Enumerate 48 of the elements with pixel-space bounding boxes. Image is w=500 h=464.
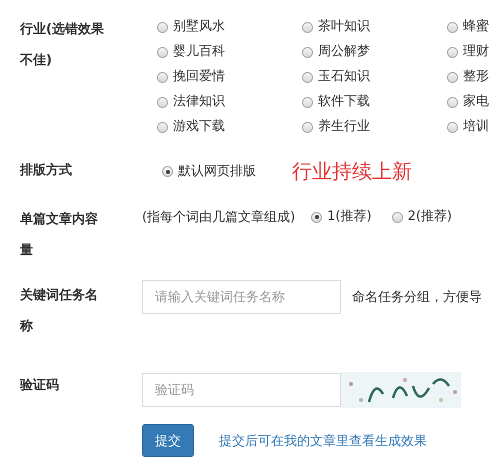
radio-option[interactable]: 周公解梦 <box>302 42 447 62</box>
submit-button[interactable]: 提交 <box>142 424 194 457</box>
radio-button[interactable] <box>302 96 313 108</box>
radio-button[interactable] <box>392 212 403 222</box>
radio-option[interactable]: 游戏下载 <box>157 117 302 137</box>
radio-button[interactable] <box>447 122 458 132</box>
radio-button[interactable] <box>447 96 458 108</box>
radio-option[interactable]: 理财 <box>447 42 487 62</box>
radio-option[interactable]: 别墅风水 <box>157 17 302 37</box>
info-text: 提交后可在我的文章里查看生成效果 <box>219 432 427 450</box>
radio-button[interactable] <box>157 122 168 132</box>
radio-button[interactable] <box>157 46 168 58</box>
radio-button[interactable] <box>311 212 322 222</box>
radio-button[interactable] <box>447 22 458 32</box>
field-label: 排版方式 <box>20 162 73 180</box>
radio-button[interactable] <box>302 22 313 32</box>
radio-option[interactable]: 法律知识 <box>157 92 302 112</box>
radio-button[interactable] <box>447 72 458 82</box>
radio-option[interactable]: 蜂蜜 <box>447 17 487 37</box>
text-field[interactable]: 请输入关键词任务名称 <box>142 280 341 314</box>
radio-button[interactable] <box>162 166 173 177</box>
hint-text: (指每个词由几篇文章组成) <box>142 209 296 226</box>
radio-option[interactable]: 软件下载 <box>302 92 447 112</box>
hint-text: 命名任务分组，方便导 <box>352 289 482 306</box>
field-label: 单篇文章内容量 <box>20 210 99 260</box>
radio-option[interactable]: 挽回爱情 <box>157 67 302 87</box>
radio-option[interactable]: 1(推荐) <box>311 207 372 227</box>
captcha-field[interactable]: 验证码 <box>142 373 341 407</box>
field-label: 关键词任务名称 <box>20 286 99 336</box>
radio-option[interactable]: 整形 <box>447 67 487 87</box>
radio-option[interactable]: 2(推荐) <box>392 207 452 227</box>
radio-button[interactable] <box>157 22 168 32</box>
radio-option[interactable]: 培训 <box>447 117 487 137</box>
radio-option[interactable]: 家电 <box>447 92 487 112</box>
field-label: 验证码 <box>20 377 60 395</box>
radio-button[interactable] <box>157 72 168 82</box>
radio-option[interactable]: 玉石知识 <box>302 67 447 87</box>
radio-button[interactable] <box>157 96 168 108</box>
radio-button[interactable] <box>302 46 313 58</box>
radio-button[interactable] <box>447 46 458 58</box>
radio-button[interactable] <box>302 122 313 132</box>
field-label: 行业(选错效果不佳) <box>20 21 105 70</box>
radio-option[interactable]: 默认网页排版 <box>162 162 256 182</box>
radio-option[interactable]: 茶叶知识 <box>302 17 447 37</box>
radio-button[interactable] <box>302 72 313 82</box>
notice-text: 行业持续上新 <box>292 158 412 185</box>
radio-option[interactable]: 养生行业 <box>302 117 447 137</box>
radio-option[interactable]: 婴儿百科 <box>157 42 302 62</box>
